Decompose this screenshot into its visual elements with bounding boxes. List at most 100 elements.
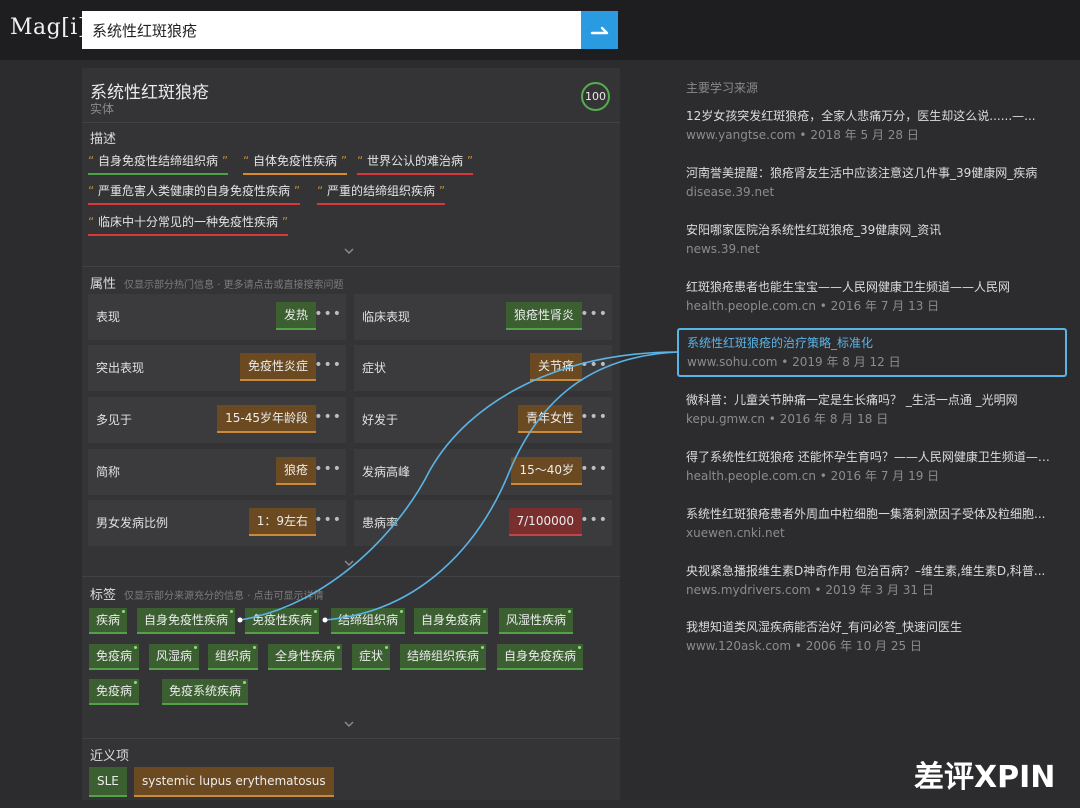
tag-chip[interactable]: 症状 xyxy=(352,644,391,670)
attribute-value[interactable]: 7/100000 xyxy=(508,508,582,536)
attribute-name: 发病高峰 xyxy=(362,465,411,479)
source-item[interactable]: 系统性红斑狼疮患者外周血中粒细胞一集落刺激因子受体及粒细胞... xuewen.… xyxy=(678,501,1066,549)
attribute-value[interactable]: 15-45岁年龄段 xyxy=(217,405,316,433)
attribute-cell[interactable]: 发病高峰 15～40岁 ••• xyxy=(354,449,612,495)
source-title[interactable]: 系统性红斑狼疮的治疗策略_标准化 xyxy=(687,335,1057,352)
description-heading: 描述 xyxy=(90,132,117,147)
synonym-chip[interactable]: SLE xyxy=(89,767,127,797)
tag-chip[interactable]: 结缔组织病 xyxy=(331,608,406,634)
source-title[interactable]: 得了系统性红斑狼疮 还能怀孕生育吗？——人民网健康卫生频道——... xyxy=(686,449,1058,466)
description-item[interactable]: “ 严重的结缔组织疾病 ” xyxy=(317,182,446,205)
tag-chip[interactable]: 免疫病 xyxy=(89,679,140,705)
source-meta: disease.39.net xyxy=(686,185,775,199)
watermark-logo: 差评XPIN xyxy=(914,760,1056,795)
entity-panel: 系统性红斑狼疮 实体 100 描述 “ 自身免疫性结缔组织病 ” “ 自体免疫性… xyxy=(82,68,620,800)
more-options-icon[interactable]: ••• xyxy=(314,409,342,425)
description-item[interactable]: “ 世界公认的难治病 ” xyxy=(357,152,474,175)
source-item-selected[interactable]: 系统性红斑狼疮的治疗策略_标准化 www.sohu.com • 2019 年 8… xyxy=(677,328,1067,377)
source-item[interactable]: 央视紧急播报维生素D神奇作用 包治百病？–维生素,维生素D,科普... news… xyxy=(678,558,1066,606)
entity-type: 实体 xyxy=(90,102,115,116)
confidence-score-badge: 100 xyxy=(581,82,610,111)
source-title[interactable]: 河南誉美提醒：狼疮肾友生活中应该注意这几件事_39健康网_疾病 xyxy=(686,165,1058,182)
source-title[interactable]: 微科普：儿童关节肿痛一定是生长痛吗？ _生活一点通 _光明网 xyxy=(686,392,1058,409)
attribute-name: 好发于 xyxy=(362,413,399,427)
tag-chip[interactable]: 疾病 xyxy=(89,608,128,634)
attribute-cell[interactable]: 简称 狼疮 ••• xyxy=(88,449,346,495)
attribute-name: 症状 xyxy=(362,361,387,375)
attribute-cell[interactable]: 多见于 15-45岁年龄段 ••• xyxy=(88,397,346,443)
more-options-icon[interactable]: ••• xyxy=(580,306,608,322)
source-title[interactable]: 12岁女孩突发红斑狼疮，全家人悲痛万分，医生却这么说......—... xyxy=(686,108,1058,125)
tag-chip[interactable]: 免疫性疾病 xyxy=(245,608,320,634)
description-item[interactable]: “ 自体免疫性疾病 ” xyxy=(243,152,348,175)
attribute-name: 临床表现 xyxy=(362,310,411,324)
description-item[interactable]: “ 严重危害人类健康的自身免疫性疾病 ” xyxy=(88,182,301,205)
source-item[interactable]: 得了系统性红斑狼疮 还能怀孕生育吗？——人民网健康卫生频道——... healt… xyxy=(678,444,1066,492)
attribute-value[interactable]: 15～40岁 xyxy=(511,457,582,485)
source-item[interactable]: 我想知道类风湿疾病能否治好_有问必答_快速问医生 www.120ask.com … xyxy=(678,614,1066,662)
tag-chip[interactable]: 自身免疫疾病 xyxy=(497,644,584,670)
description-item[interactable]: “ 自身免疫性结缔组织病 ” xyxy=(88,152,229,175)
top-bar: Mag[i] xyxy=(0,0,1080,60)
attribute-name: 突出表现 xyxy=(96,361,145,375)
attribute-name: 患病率 xyxy=(362,516,399,530)
tag-chip[interactable]: 自身免疫性疾病 xyxy=(137,608,236,634)
attribute-cell[interactable]: 患病率 7/100000 ••• xyxy=(354,500,612,546)
attribute-value[interactable]: 1：9左右 xyxy=(248,508,316,536)
attribute-cell[interactable]: 临床表现 狼疮性肾炎 ••• xyxy=(354,294,612,340)
source-item[interactable]: 12岁女孩突发红斑狼疮，全家人悲痛万分，医生却这么说......—... www… xyxy=(678,103,1066,151)
attribute-value[interactable]: 狼疮性肾炎 xyxy=(505,302,582,330)
source-item[interactable]: 安阳哪家医院治系统性红斑狼疮_39健康网_资讯 news.39.net xyxy=(678,217,1066,265)
sources-heading: 主要学习来源 xyxy=(686,81,759,95)
source-title[interactable]: 系统性红斑狼疮患者外周血中粒细胞一集落刺激因子受体及粒细胞... xyxy=(686,506,1058,523)
divider xyxy=(82,738,620,739)
attribute-cell[interactable]: 症状 关节痛 ••• xyxy=(354,345,612,391)
expand-description-chevron-icon[interactable] xyxy=(343,245,355,257)
source-meta: xuewen.cnki.net xyxy=(686,526,785,540)
attribute-value[interactable]: 发热 xyxy=(275,302,316,330)
tag-chip[interactable]: 全身性疾病 xyxy=(268,644,343,670)
source-item[interactable]: 红斑狼疮患者也能生宝宝——人民网健康卫生频道——人民网 health.peopl… xyxy=(678,274,1066,322)
more-options-icon[interactable]: ••• xyxy=(314,357,342,373)
source-item[interactable]: 河南誉美提醒：狼疮肾友生活中应该注意这几件事_39健康网_疾病 disease.… xyxy=(678,160,1066,208)
attribute-value[interactable]: 青年女性 xyxy=(517,405,582,433)
source-title[interactable]: 安阳哪家医院治系统性红斑狼疮_39健康网_资讯 xyxy=(686,222,1058,239)
source-title[interactable]: 央视紧急播报维生素D神奇作用 包治百病？–维生素,维生素D,科普... xyxy=(686,563,1058,580)
search-input[interactable] xyxy=(82,11,582,49)
tag-chip[interactable]: 免疫系统疾病 xyxy=(162,679,249,705)
source-title[interactable]: 红斑狼疮患者也能生宝宝——人民网健康卫生频道——人民网 xyxy=(686,279,1058,296)
attribute-cell[interactable]: 男女发病比例 1：9左右 ••• xyxy=(88,500,346,546)
tag-chip[interactable]: 风湿性疾病 xyxy=(499,608,574,634)
tag-chip[interactable]: 结缔组织疾病 xyxy=(400,644,487,670)
attribute-value[interactable]: 关节痛 xyxy=(529,353,582,381)
attribute-cell[interactable]: 突出表现 免疫性炎症 ••• xyxy=(88,345,346,391)
expand-attributes-chevron-icon[interactable] xyxy=(343,557,355,569)
synonym-chip[interactable]: systemic lupus erythematosus xyxy=(134,767,334,797)
source-item[interactable]: 微科普：儿童关节肿痛一定是生长痛吗？ _生活一点通 _光明网 kepu.gmw.… xyxy=(678,387,1066,435)
expand-tags-chevron-icon[interactable] xyxy=(343,718,355,730)
attribute-value[interactable]: 狼疮 xyxy=(275,457,316,485)
attribute-cell[interactable]: 好发于 青年女性 ••• xyxy=(354,397,612,443)
tag-chip[interactable]: 风湿病 xyxy=(149,644,200,670)
tag-chip[interactable]: 组织病 xyxy=(208,644,259,670)
attribute-cell[interactable]: 表现 发热 ••• xyxy=(88,294,346,340)
description-item[interactable]: “ 临床中十分常见的一种免疫性疾病 ” xyxy=(88,213,289,236)
more-options-icon[interactable]: ••• xyxy=(580,357,608,373)
more-options-icon[interactable]: ••• xyxy=(314,306,342,322)
search-button[interactable] xyxy=(581,11,618,49)
attribute-value[interactable]: 免疫性炎症 xyxy=(239,353,316,381)
tag-chip[interactable]: 自身免疫病 xyxy=(414,608,489,634)
attributes-heading: 属性 仅显示部分热门信息 · 更多请点击或直接搜索问题 xyxy=(90,277,344,292)
source-title[interactable]: 我想知道类风湿疾病能否治好_有问必答_快速问医生 xyxy=(686,619,1058,636)
source-meta: www.yangtse.com • 2018 年 5 月 28 日 xyxy=(686,128,919,142)
more-options-icon[interactable]: ••• xyxy=(314,461,342,477)
source-meta: kepu.gmw.cn • 2016 年 8 月 18 日 xyxy=(686,412,889,426)
more-options-icon[interactable]: ••• xyxy=(580,409,608,425)
tag-chip[interactable]: 免疫病 xyxy=(89,644,140,670)
more-options-icon[interactable]: ••• xyxy=(580,512,608,528)
more-options-icon[interactable]: ••• xyxy=(580,461,608,477)
source-meta: www.sohu.com • 2019 年 8 月 12 日 xyxy=(687,355,901,369)
attribute-name: 多见于 xyxy=(96,413,133,427)
more-options-icon[interactable]: ••• xyxy=(314,512,342,528)
app-logo[interactable]: Mag[i] xyxy=(10,15,87,40)
